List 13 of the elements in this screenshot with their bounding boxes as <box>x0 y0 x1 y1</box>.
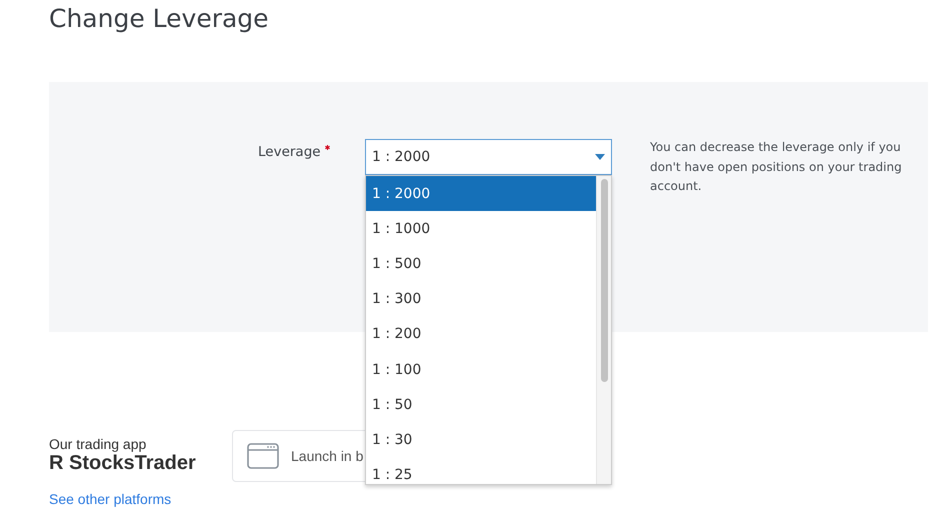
leverage-select[interactable]: 1 : 2000 <box>365 139 612 175</box>
scrollbar-thumb[interactable] <box>600 179 608 382</box>
caret-icon <box>595 154 605 160</box>
field-label: Leverage <box>258 139 365 160</box>
required-icon <box>324 145 330 150</box>
help-text: You can decrease the leverage only if you don't have open positions on your trading account. <box>650 139 903 195</box>
browser-window-icon <box>247 443 279 469</box>
page-title: Change Leverage <box>49 3 270 35</box>
dropdown-option[interactable]: 1 : 2000 <box>366 176 596 212</box>
app-name: R StocksTrader <box>49 452 197 475</box>
dropdown-option[interactable]: 1 : 25 <box>366 458 596 484</box>
platforms-link[interactable]: See other platforms <box>49 491 232 507</box>
app-caption: Our trading app <box>49 436 148 452</box>
